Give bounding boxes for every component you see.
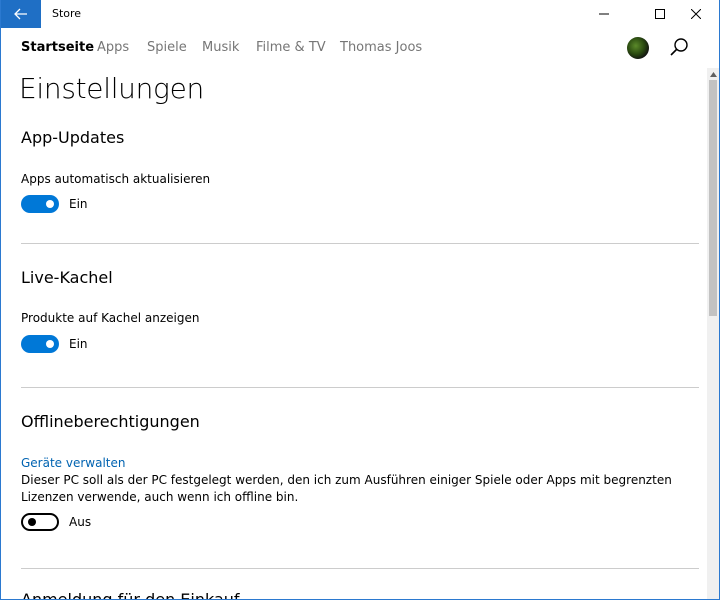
tab-user-account[interactable]: Thomas Joos [340, 40, 422, 55]
section-divider [21, 568, 699, 569]
tab-startseite[interactable]: Startseite [21, 40, 94, 55]
maximize-icon [655, 9, 665, 19]
toggle-knob [46, 340, 54, 348]
setting-label-live-tile: Produkte auf Kachel anzeigen [21, 311, 200, 325]
live-tile-state: Ein [69, 337, 88, 351]
chevron-up-icon [709, 71, 717, 77]
close-button[interactable] [673, 0, 719, 28]
section-divider [21, 387, 699, 388]
nav-bar: Startseite Apps Spiele Musik Filme & TV … [1, 28, 719, 68]
setting-label-auto-update: Apps automatisch aktualisieren [21, 172, 211, 186]
tab-musik[interactable]: Musik [202, 40, 239, 55]
minimize-icon [599, 13, 609, 15]
section-divider [21, 243, 699, 244]
toggle-knob [28, 518, 36, 526]
auto-update-toggle[interactable] [21, 195, 59, 213]
toggle-knob [46, 200, 54, 208]
search-icon [670, 38, 688, 56]
store-window: Store Startseite Apps Spiele Musik Filme… [0, 0, 720, 600]
section-title-purchase-signin: Anmeldung für den Einkauf [21, 590, 240, 600]
tab-apps[interactable]: Apps [97, 40, 129, 55]
search-button[interactable] [667, 36, 691, 60]
window-title: Store [52, 7, 82, 20]
title-bar: Store [1, 0, 719, 28]
manage-devices-link[interactable]: Geräte verwalten [21, 456, 125, 470]
back-button[interactable] [1, 0, 41, 28]
section-title-app-updates: App-Updates [21, 128, 125, 147]
minimize-button[interactable] [581, 0, 627, 28]
back-arrow-icon [14, 8, 27, 20]
offline-state: Aus [69, 515, 92, 529]
live-tile-toggle[interactable] [21, 335, 59, 353]
section-title-offline: Offlineberechtigungen [21, 412, 200, 431]
avatar[interactable] [627, 37, 649, 59]
auto-update-state: Ein [69, 197, 88, 211]
scroll-up-button[interactable] [707, 68, 719, 80]
tab-filme-tv[interactable]: Filme & TV [256, 40, 326, 55]
scrollbar-thumb[interactable] [709, 80, 717, 316]
offline-toggle[interactable] [21, 513, 59, 531]
offline-description: Dieser PC soll als der PC festgelegt wer… [21, 473, 672, 504]
section-title-live-tile: Live-Kachel [21, 268, 113, 287]
close-icon [691, 9, 701, 19]
page-title: Einstellungen [19, 72, 204, 105]
tab-spiele[interactable]: Spiele [147, 40, 187, 55]
